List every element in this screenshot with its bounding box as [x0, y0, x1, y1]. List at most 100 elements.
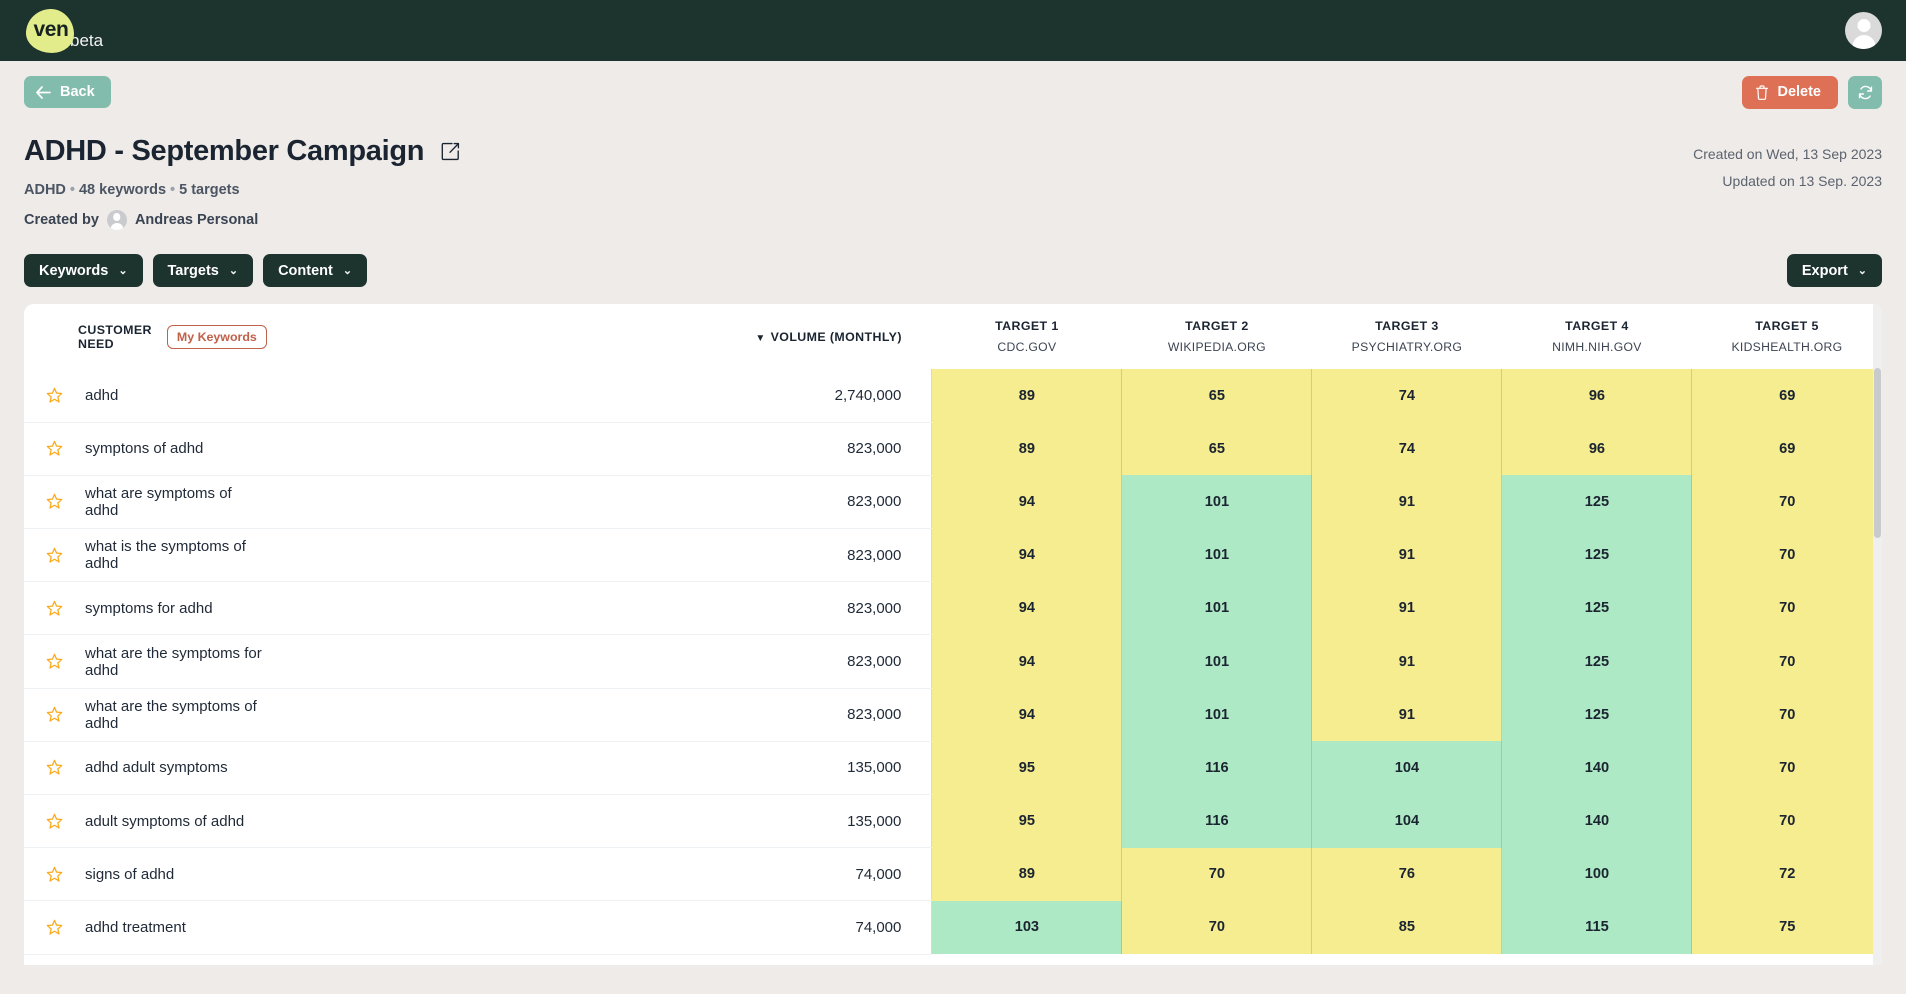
- favorite-star-icon[interactable]: [46, 919, 63, 936]
- table-row[interactable]: signs of adhd 74,000 89 70 76 100 72: [24, 847, 1882, 902]
- content-dropdown[interactable]: Content ⌄: [263, 254, 368, 287]
- score-cell-target-2[interactable]: 101: [1121, 634, 1312, 689]
- score-cell-target-5[interactable]: 70: [1691, 581, 1882, 635]
- delete-button[interactable]: Delete: [1742, 75, 1838, 109]
- score-cell-target-3[interactable]: 91: [1311, 634, 1502, 689]
- score-cell-target-5[interactable]: 70: [1691, 475, 1882, 529]
- edit-title-button[interactable]: [441, 142, 460, 161]
- score-cell-target-3[interactable]: 104: [1311, 741, 1502, 795]
- score-cell-target-1[interactable]: 103: [931, 900, 1122, 955]
- score-cell-target-5[interactable]: 69: [1691, 369, 1882, 423]
- score-cell-target-2[interactable]: 70: [1121, 847, 1312, 901]
- score-cell-target-4[interactable]: 125: [1501, 634, 1692, 689]
- score-cell-target-4[interactable]: 140: [1501, 794, 1692, 848]
- score-cell-target-2[interactable]: 116: [1121, 794, 1312, 848]
- target-header-4[interactable]: TARGET 4 NIMH.NIH.GOV: [1501, 304, 1692, 369]
- keywords-dropdown[interactable]: Keywords ⌄: [24, 254, 143, 287]
- favorite-star-icon[interactable]: [46, 440, 63, 457]
- table-row[interactable]: symptoms for adhd 823,000 94 101 91 125 70: [24, 581, 1882, 636]
- score-cell-target-4[interactable]: 100: [1501, 847, 1692, 901]
- score-cell-target-1[interactable]: 94: [931, 581, 1122, 635]
- targets-dropdown[interactable]: Targets ⌄: [152, 254, 254, 287]
- back-button[interactable]: Back: [24, 76, 111, 108]
- keyword-text: adhd treatment: [85, 918, 186, 936]
- table-row[interactable]: what is the symptoms of adhd 823,000 94 101…: [24, 528, 1882, 583]
- score-cell-target-3[interactable]: 76: [1311, 847, 1502, 901]
- score-cell-target-2[interactable]: 101: [1121, 528, 1312, 582]
- score-cell-target-3[interactable]: 91: [1311, 475, 1502, 529]
- target-header-3[interactable]: TARGET 3 PSYCHIATRY.ORG: [1311, 304, 1502, 369]
- score-cell-target-1[interactable]: 95: [931, 794, 1122, 848]
- app-logo[interactable]: ven beta: [26, 8, 103, 53]
- export-dropdown[interactable]: Export ⌄: [1786, 254, 1882, 287]
- score-cell-target-2[interactable]: 65: [1121, 422, 1312, 476]
- score-cell-target-3[interactable]: 74: [1311, 422, 1502, 476]
- table-row[interactable]: what are the symptoms of adhd 823,000 94 10…: [24, 688, 1882, 742]
- user-avatar[interactable]: [1845, 12, 1882, 49]
- favorite-star-icon[interactable]: [46, 813, 63, 830]
- favorite-star-icon[interactable]: [46, 866, 63, 883]
- back-button-label: Back: [60, 84, 95, 100]
- score-cell-target-3[interactable]: 85: [1311, 900, 1502, 955]
- table-scrollbar-thumb[interactable]: [1874, 368, 1881, 538]
- keyword-text: what are symptoms of adhd: [85, 484, 232, 519]
- table-row[interactable]: what are the symptoms for adhd 823,000 94 1…: [24, 634, 1882, 689]
- score-cell-target-5[interactable]: 69: [1691, 422, 1882, 476]
- score-cell-target-2[interactable]: 101: [1121, 581, 1312, 635]
- score-cell-target-4[interactable]: 115: [1501, 900, 1692, 955]
- score-cell-target-2[interactable]: 70: [1121, 900, 1312, 955]
- table-row[interactable]: what are symptoms of adhd 823,000 94 101 91 1…: [24, 475, 1882, 530]
- score-cell-target-3[interactable]: 91: [1311, 528, 1502, 582]
- score-cell-target-4[interactable]: 125: [1501, 688, 1692, 742]
- score-cell-target-1[interactable]: 94: [931, 528, 1122, 582]
- score-cell-target-2[interactable]: 116: [1121, 741, 1312, 795]
- favorite-star-icon[interactable]: [46, 653, 63, 670]
- refresh-button[interactable]: [1848, 75, 1882, 109]
- score-cell-target-4[interactable]: 125: [1501, 528, 1692, 582]
- score-cell-target-5[interactable]: 70: [1691, 634, 1882, 689]
- score-cell-target-4[interactable]: 125: [1501, 475, 1692, 529]
- target-header-2[interactable]: TARGET 2 WIKIPEDIA.ORG: [1121, 304, 1312, 369]
- score-cell-target-1[interactable]: 94: [931, 688, 1122, 742]
- score-cell-target-1[interactable]: 94: [931, 634, 1122, 689]
- table-row[interactable]: symptons of adhd 823,000 89 65 74 96 69: [24, 422, 1882, 476]
- score-cell-target-2[interactable]: 101: [1121, 475, 1312, 529]
- score-cell-target-4[interactable]: 96: [1501, 369, 1692, 423]
- score-cell-target-5[interactable]: 70: [1691, 528, 1882, 582]
- score-cell-target-5[interactable]: 70: [1691, 741, 1882, 795]
- volume-header[interactable]: ▼ VOLUME (MONTHLY): [266, 304, 932, 369]
- score-cell-target-3[interactable]: 91: [1311, 581, 1502, 635]
- score-cell-target-4[interactable]: 125: [1501, 581, 1692, 635]
- target-header-5[interactable]: TARGET 5 KIDSHEALTH.ORG: [1691, 304, 1882, 369]
- score-cell-target-4[interactable]: 96: [1501, 422, 1692, 476]
- score-cell-target-3[interactable]: 74: [1311, 369, 1502, 423]
- table-row[interactable]: adhd 2,740,000 89 65 74 96 69: [24, 369, 1882, 423]
- favorite-star-icon[interactable]: [46, 600, 63, 617]
- table-row[interactable]: adult symptoms of adhd 135,000 95 116 104 140…: [24, 794, 1882, 849]
- favorite-star-icon[interactable]: [46, 706, 63, 723]
- score-cell-target-5[interactable]: 72: [1691, 847, 1882, 901]
- table-row[interactable]: adhd adult symptoms 135,000 95 116 104 140 70: [24, 741, 1882, 796]
- favorite-star-icon[interactable]: [46, 547, 63, 564]
- score-cell-target-3[interactable]: 91: [1311, 688, 1502, 742]
- table-row[interactable]: adhd treatment 74,000 103 70 85 115 75: [24, 900, 1882, 955]
- customer-need-label: CUSTOMER NEED: [78, 322, 152, 351]
- target-header-1[interactable]: TARGET 1 CDC.GOV: [931, 304, 1122, 369]
- score-cell-target-1[interactable]: 89: [931, 847, 1122, 901]
- score-cell-target-1[interactable]: 89: [931, 422, 1122, 476]
- score-cell-target-5[interactable]: 75: [1691, 900, 1882, 955]
- score-cell-target-1[interactable]: 89: [931, 369, 1122, 423]
- score-cell-target-4[interactable]: 140: [1501, 741, 1692, 795]
- score-cell-target-2[interactable]: 65: [1121, 369, 1312, 423]
- score-cell-target-1[interactable]: 95: [931, 741, 1122, 795]
- my-keywords-badge[interactable]: My Keywords: [166, 324, 267, 349]
- score-cell-target-2[interactable]: 101: [1121, 688, 1312, 742]
- favorite-star-icon[interactable]: [46, 759, 63, 776]
- score-cell-target-3[interactable]: 104: [1311, 794, 1502, 848]
- score-cell-target-5[interactable]: 70: [1691, 688, 1882, 742]
- favorite-star-icon[interactable]: [46, 493, 63, 510]
- favorite-star-icon[interactable]: [46, 387, 63, 404]
- score-cell-target-5[interactable]: 70: [1691, 794, 1882, 848]
- score-cell-target-1[interactable]: 94: [931, 475, 1122, 529]
- table-scrollbar[interactable]: [1873, 304, 1882, 965]
